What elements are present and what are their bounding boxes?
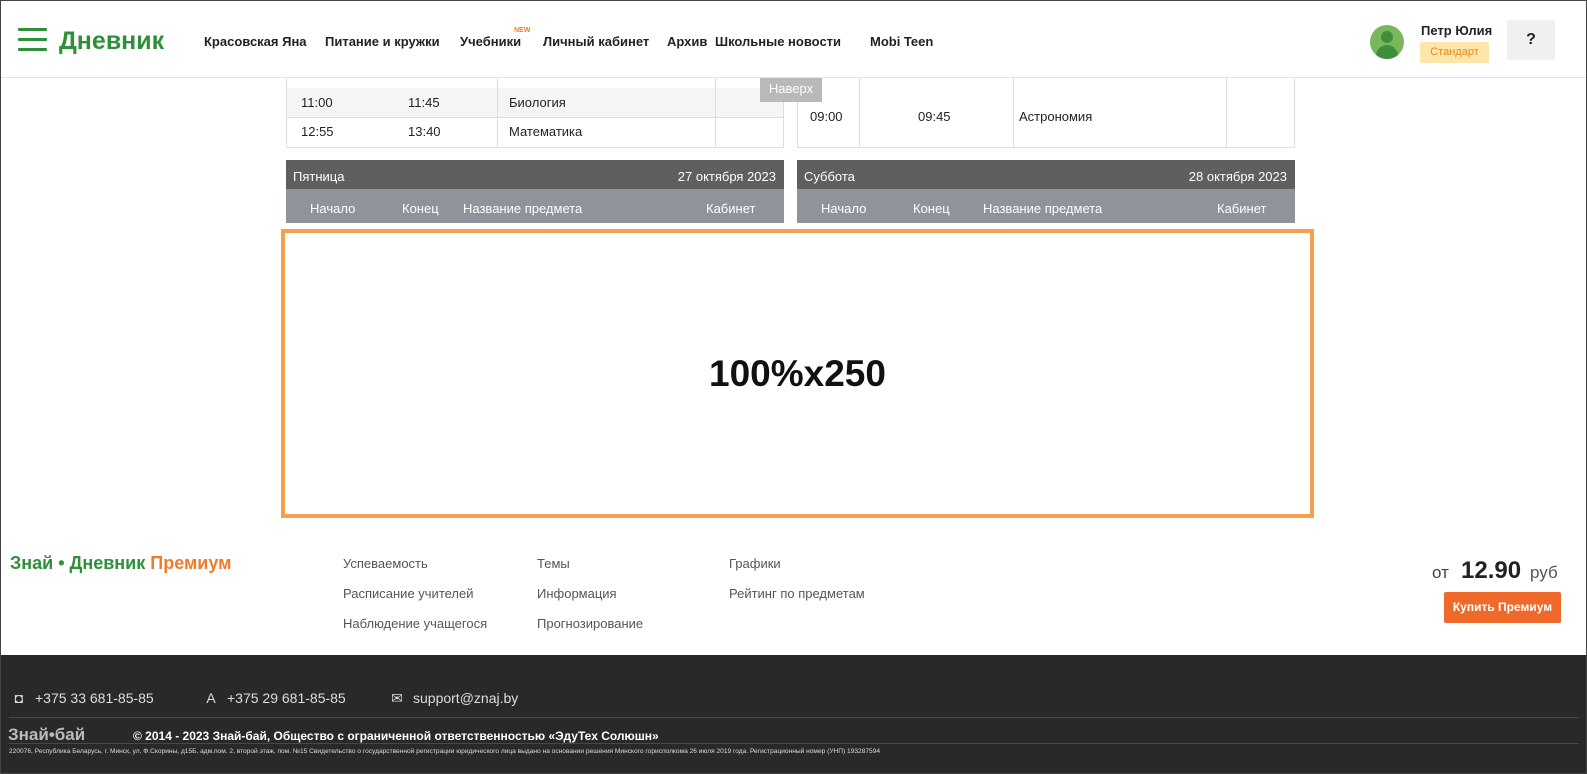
premium-link-teacher-schedule[interactable]: Расписание учителей bbox=[343, 586, 474, 601]
footer-phone-2[interactable]: A +375 29 681-85-85 bbox=[205, 690, 345, 706]
footer-divider bbox=[9, 743, 1579, 744]
row-divider bbox=[287, 117, 783, 118]
col-end: Конец bbox=[402, 201, 439, 216]
footer-copyright: © 2014 - 2023 Знай-бай, Общество с огран… bbox=[133, 729, 659, 743]
menu-icon[interactable] bbox=[18, 28, 47, 52]
premium-link-topics[interactable]: Темы bbox=[537, 556, 570, 571]
buy-premium-button[interactable]: Купить Премиум bbox=[1444, 592, 1561, 623]
col-divider bbox=[1013, 78, 1014, 148]
nav-item-account[interactable]: Личный кабинет bbox=[543, 34, 649, 49]
day-saturday: Суббота 28 октября 2023 Начало Конец Наз… bbox=[797, 160, 1295, 223]
column-headers: Начало Конец Название предмета Кабинет bbox=[797, 189, 1295, 223]
footer-phone-1[interactable]: ◘ +375 33 681-85-85 bbox=[13, 690, 154, 706]
premium-link-observation[interactable]: Наблюдение учащегося bbox=[343, 616, 487, 631]
help-button[interactable]: ? bbox=[1507, 20, 1555, 60]
col-divider bbox=[497, 78, 498, 148]
footer: ◘ +375 33 681-85-85 A +375 29 681-85-85 ✉ s… bbox=[1, 655, 1586, 773]
col-room: Кабинет bbox=[1217, 201, 1267, 216]
day-date: 27 октября 2023 bbox=[677, 169, 776, 184]
day-name: Суббота bbox=[804, 169, 855, 184]
cell-start: 12:55 bbox=[301, 124, 334, 139]
premium-link-subject-rating[interactable]: Рейтинг по предметам bbox=[729, 586, 865, 601]
premium-link-charts[interactable]: Графики bbox=[729, 556, 781, 571]
footer-divider bbox=[9, 717, 1579, 718]
mail-icon: ✉ bbox=[391, 690, 403, 706]
scroll-top-button[interactable]: Наверх bbox=[760, 78, 822, 102]
nav-item-food-clubs[interactable]: Питание и кружки bbox=[325, 34, 440, 49]
new-badge: NEW bbox=[514, 27, 531, 34]
price-value: 12.90 bbox=[1461, 557, 1522, 584]
avatar[interactable] bbox=[1370, 25, 1404, 59]
app-logo[interactable]: Дневник bbox=[59, 27, 164, 56]
col-start: Начало bbox=[310, 201, 356, 216]
cell-start: 11:00 bbox=[301, 95, 333, 110]
day-date: 28 октября 2023 bbox=[1188, 169, 1287, 184]
premium-logo[interactable]: Знай • Дневник Премиум bbox=[10, 553, 231, 574]
premium-link-info[interactable]: Информация bbox=[537, 586, 617, 601]
mobile-icon: A bbox=[206, 690, 216, 706]
col-subject: Название предмета bbox=[463, 201, 583, 216]
column-headers: Начало Конец Название предмета Кабинет bbox=[286, 189, 784, 223]
col-start: Начало bbox=[821, 201, 867, 216]
cell-end: 11:45 bbox=[408, 95, 440, 110]
premium-link-forecast[interactable]: Прогнозирование bbox=[537, 616, 643, 631]
cell-end: 09:45 bbox=[918, 109, 951, 124]
friday-table-upper: 09:00 09:45 Астрономия bbox=[797, 78, 1295, 148]
cell-start: 09:00 bbox=[810, 109, 843, 124]
cell-subject[interactable]: Биология bbox=[509, 95, 566, 110]
cell-subject[interactable]: Математика bbox=[509, 124, 582, 139]
phone-icon: ◘ bbox=[14, 690, 24, 706]
footer-logo[interactable]: Знай•бай bbox=[8, 725, 85, 745]
day-name: Пятница bbox=[293, 169, 345, 184]
thursday-table: 11:00 11:45 Биология 12:55 13:40 Математ… bbox=[286, 78, 784, 148]
col-room: Кабинет bbox=[706, 201, 756, 216]
top-header: Дневник Красовская Яна Питание и кружки … bbox=[1, 1, 1586, 78]
col-end: Конец bbox=[913, 201, 950, 216]
day-header: Суббота 28 октября 2023 bbox=[797, 160, 1295, 189]
nav-item-archive[interactable]: Архив bbox=[667, 34, 707, 49]
nav-item-school-news[interactable]: Школьные новости bbox=[715, 34, 841, 49]
page-frame: Дневник Красовская Яна Питание и кружки … bbox=[0, 0, 1587, 774]
footer-address: 220076, Республика Беларусь, г. Минск, у… bbox=[9, 748, 881, 755]
footer-email[interactable]: ✉ support@znaj.by bbox=[391, 690, 518, 707]
nav-item-student[interactable]: Красовская Яна bbox=[204, 34, 307, 49]
day-friday: Пятница 27 октября 2023 Начало Конец Наз… bbox=[286, 160, 784, 223]
ad-label: 100%x250 bbox=[709, 353, 886, 394]
nav-item-mobi-teen[interactable]: Mobi Teen bbox=[870, 34, 933, 49]
col-subject: Название предмета bbox=[983, 201, 1103, 216]
col-divider bbox=[859, 78, 860, 148]
cell-subject[interactable]: Астрономия bbox=[1019, 109, 1092, 124]
user-name[interactable]: Петр Юлия bbox=[1421, 23, 1492, 38]
ad-banner[interactable]: 100%x250 bbox=[281, 229, 1314, 518]
plan-badge: Стандарт bbox=[1420, 42, 1489, 63]
nav-item-textbooks[interactable]: Учебники bbox=[460, 34, 521, 49]
col-divider bbox=[1226, 78, 1227, 148]
cell-end: 13:40 bbox=[408, 124, 441, 139]
day-header: Пятница 27 октября 2023 bbox=[286, 160, 784, 189]
price-currency: руб bbox=[1530, 563, 1558, 582]
price-prefix: от bbox=[1432, 563, 1449, 582]
premium-link-performance[interactable]: Успеваемость bbox=[343, 556, 428, 571]
col-divider bbox=[715, 78, 716, 148]
